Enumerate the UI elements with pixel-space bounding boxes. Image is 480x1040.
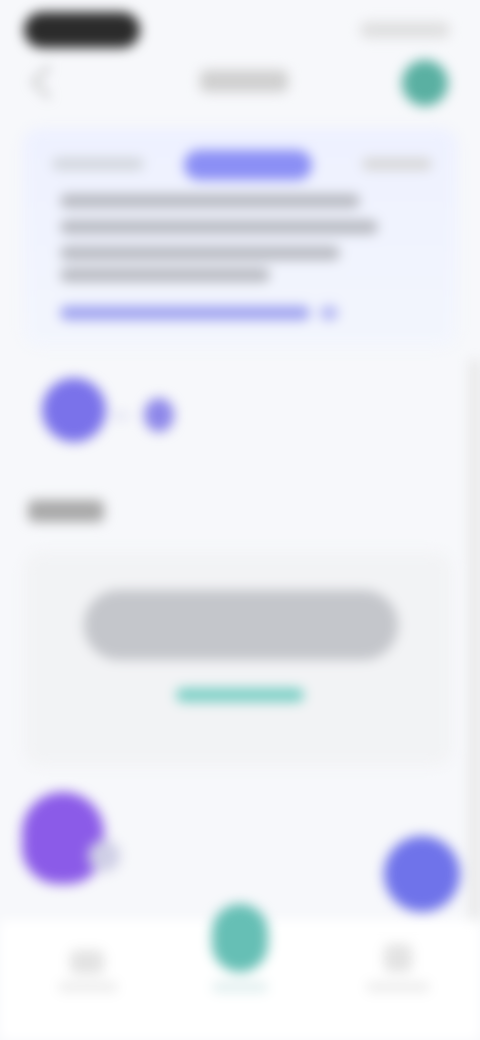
- card-body-line: [60, 246, 340, 260]
- page-title-text: [200, 70, 201, 71]
- empty-state-message: [84, 590, 398, 660]
- card-badge[interactable]: [184, 150, 312, 180]
- center-tab-button[interactable]: [212, 904, 268, 972]
- card-body-line: [60, 268, 270, 282]
- link-arrow-icon: [320, 306, 338, 320]
- status-bar-indicators: [360, 22, 450, 38]
- page-title: [200, 70, 288, 92]
- fab-button[interactable]: [384, 836, 460, 912]
- avatar-large[interactable]: [42, 378, 106, 442]
- avatar-small[interactable]: [144, 398, 174, 432]
- connector-line: [114, 414, 128, 418]
- tab-center-label[interactable]: [212, 982, 268, 992]
- card-label-right: [362, 158, 432, 170]
- card-label-left: [52, 158, 144, 170]
- tab-left-label[interactable]: [58, 982, 118, 992]
- scroll-edge: [470, 360, 480, 920]
- app-screen: [0, 0, 480, 1040]
- card-body-line: [60, 220, 378, 234]
- card-link[interactable]: [60, 306, 310, 320]
- tab-right-label[interactable]: [366, 982, 430, 992]
- profile-icon[interactable]: [384, 944, 412, 972]
- status-bar-pill: [24, 12, 140, 48]
- section-title: [28, 500, 104, 522]
- card-body-line: [60, 194, 360, 208]
- floating-avatar[interactable]: [22, 792, 104, 884]
- section-title-text: [28, 500, 29, 501]
- empty-state-action[interactable]: [176, 688, 304, 702]
- home-icon[interactable]: [70, 950, 104, 974]
- floating-avatar-badge: [88, 840, 120, 872]
- profile-avatar[interactable]: [402, 60, 448, 106]
- back-icon[interactable]: [31, 65, 65, 99]
